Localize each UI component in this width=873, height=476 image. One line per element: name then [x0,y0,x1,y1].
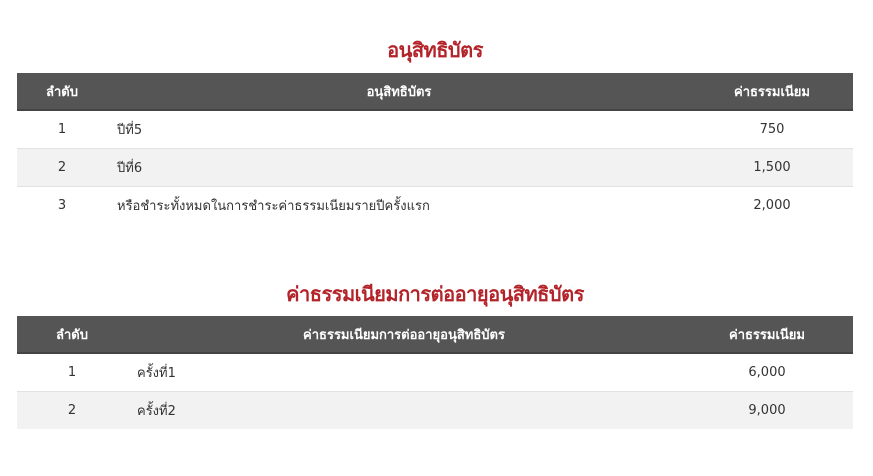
header-fee: ค่าธรรมเนียม [691,73,853,111]
table-header-row: ลำดับ ค่าธรรมเนียมการต่ออายุอนุสิทธิบัตร… [17,316,853,354]
section-title-petty-patent: อนุสิทธิบัตร [387,38,483,62]
petty-patent-fee-table: ลำดับ อนุสิทธิบัตร ค่าธรรมเนียม 1 ปีที่5… [17,73,853,224]
row-fee: 1,500 [691,148,853,187]
row-no: 1 [17,109,107,149]
table-row: 2 ครั้งที่2 9,000 [17,391,853,429]
table-row: 1 ปีที่5 750 [17,109,853,149]
row-item: ปีที่5 [107,109,691,149]
header-item: อนุสิทธิบัตร [107,73,691,111]
table-header-row: ลำดับ อนุสิทธิบัตร ค่าธรรมเนียม [17,73,853,111]
header-item: ค่าธรรมเนียมการต่ออายุอนุสิทธิบัตร [127,316,681,354]
row-fee: 2,000 [691,186,853,224]
row-item: ปีที่6 [107,148,691,187]
section-title-renewal-fee: ค่าธรรมเนียมการต่ออายุอนุสิทธิบัตร [286,282,584,306]
row-fee: 9,000 [681,391,853,429]
row-item: หรือชำระทั้งหมดในการชำระค่าธรรมเนียมรายป… [107,186,691,224]
row-no: 2 [17,391,127,429]
row-no: 1 [17,352,127,392]
table-row: 1 ครั้งที่1 6,000 [17,352,853,392]
row-fee: 750 [691,109,853,149]
header-fee: ค่าธรรมเนียม [681,316,853,354]
row-item: ครั้งที่1 [127,352,681,392]
row-fee: 6,000 [681,352,853,392]
header-no: ลำดับ [17,73,107,111]
row-no: 2 [17,148,107,187]
row-item: ครั้งที่2 [127,391,681,429]
renewal-fee-table: ลำดับ ค่าธรรมเนียมการต่ออายุอนุสิทธิบัตร… [17,316,853,429]
header-no: ลำดับ [17,316,127,354]
table-row: 3 หรือชำระทั้งหมดในการชำระค่าธรรมเนียมรา… [17,186,853,224]
row-no: 3 [17,186,107,224]
table-row: 2 ปีที่6 1,500 [17,148,853,187]
